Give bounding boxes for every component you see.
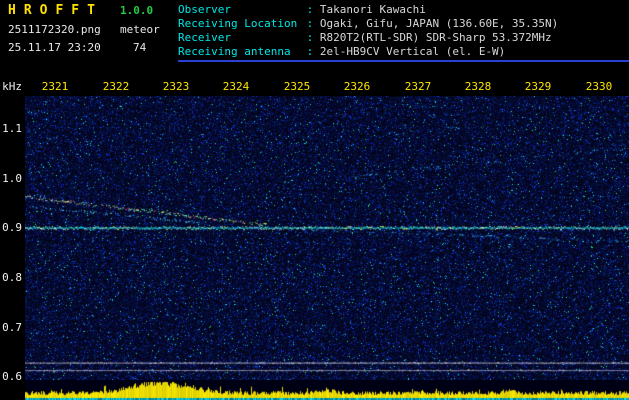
metadata-row-receiver: Receiver : R820T2(RTL-SDR) SDR-Sharp 53.… — [178, 31, 558, 45]
metadata-value: Ogaki, Gifu, JAPAN (136.60E, 35.35N) — [319, 17, 559, 30]
freq-tick-label: 1.1 — [2, 122, 22, 135]
observation-datetime: 25.11.17 23:20 — [8, 41, 101, 54]
metadata-label: Receiver — [178, 31, 231, 44]
metadata-value: 2el-HB9CV Vertical (el. E-W) — [319, 45, 506, 58]
freq-tick-label: 0.6 — [2, 370, 22, 383]
metadata-label: Receiving antenna — [178, 45, 291, 58]
metadata-block: Observer : Takanori Kawachi Receiving Lo… — [178, 3, 558, 59]
metadata-label: Observer — [178, 3, 231, 16]
freq-axis-unit-label: kHz — [2, 80, 22, 93]
header-separator-line — [178, 60, 629, 62]
time-tick-label: 2326 — [343, 80, 371, 93]
time-tick-label: 2325 — [283, 80, 311, 93]
app-version: 1.0.0 — [120, 4, 154, 17]
mode-label: meteor — [120, 23, 160, 36]
metadata-row-antenna: Receiving antenna : 2el-HB9CV Vertical (… — [178, 45, 558, 59]
metadata-separator: : — [300, 31, 320, 44]
power-strip-canvas — [25, 380, 629, 400]
spectrogram-canvas — [25, 96, 629, 380]
time-tick-label: 2329 — [524, 80, 552, 93]
metadata-separator: : — [300, 17, 320, 30]
freq-tick-label: 0.8 — [2, 271, 22, 284]
time-tick-label: 2330 — [585, 80, 613, 93]
time-tick-label: 2322 — [102, 80, 130, 93]
time-axis: 2321 2322 2323 2324 2325 2326 2327 2328 … — [0, 80, 629, 93]
metadata-row-observer: Observer : Takanori Kawachi — [178, 3, 558, 17]
metadata-row-location: Receiving Location : Ogaki, Gifu, JAPAN … — [178, 17, 558, 31]
app-title: HROFFT — [8, 3, 103, 18]
echo-count: 74 — [133, 41, 147, 54]
metadata-separator: : — [300, 45, 320, 58]
time-tick-label: 2321 — [41, 80, 69, 93]
metadata-value: Takanori Kawachi — [319, 3, 426, 16]
time-tick-label: 2327 — [404, 80, 432, 93]
freq-tick-label: 1.0 — [2, 172, 22, 185]
metadata-label: Receiving Location — [178, 17, 298, 30]
metadata-value: R820T2(RTL-SDR) SDR-Sharp 53.372MHz — [319, 31, 552, 44]
output-filename: 2511172320.png — [8, 23, 101, 36]
time-tick-label: 2328 — [464, 80, 492, 93]
freq-tick-label: 0.7 — [2, 321, 22, 334]
time-tick-label: 2324 — [222, 80, 250, 93]
hrofft-screen: HROFFT 1.0.0 2511172320.png meteor 25.11… — [0, 0, 629, 400]
metadata-separator: : — [300, 3, 320, 16]
time-tick-label: 2323 — [162, 80, 190, 93]
freq-tick-label: 0.9 — [2, 221, 22, 234]
